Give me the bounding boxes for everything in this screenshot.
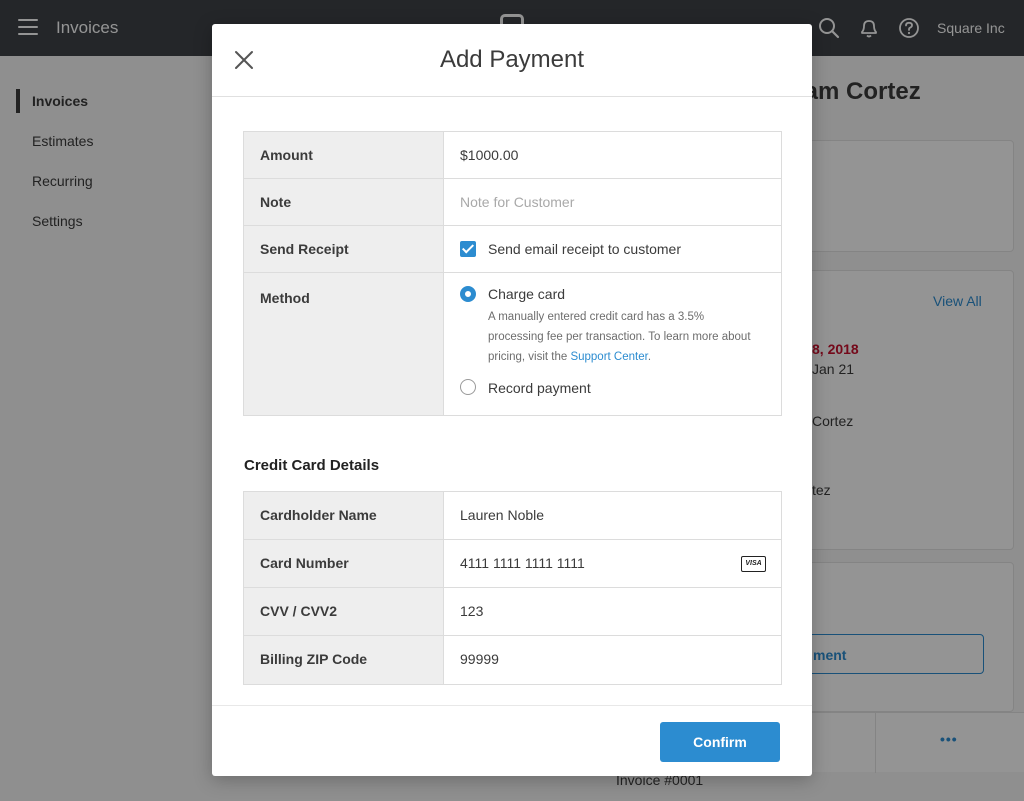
cvv-label: CVV / CVV2 (244, 588, 444, 635)
credit-card-form: Cardholder Name Lauren Noble Card Number… (243, 491, 782, 685)
send-receipt-text: Send email receipt to customer (488, 241, 681, 257)
charge-card-radio[interactable] (460, 286, 476, 302)
charge-card-label[interactable]: Charge card (488, 286, 565, 302)
modal-title: Add Payment (439, 46, 585, 73)
cardholder-label: Cardholder Name (244, 492, 444, 539)
note-label: Note (244, 179, 444, 225)
send-receipt-row: Send Receipt Send email receipt to custo… (244, 226, 781, 273)
add-payment-modal: Add Payment Amount $1000.00 Note Note fo… (212, 24, 812, 776)
method-options: Charge card A manually entered credit ca… (444, 273, 781, 415)
confirm-button[interactable]: Confirm (660, 722, 780, 762)
amount-row: Amount $1000.00 (244, 132, 781, 179)
note-input[interactable]: Note for Customer (444, 179, 781, 225)
cardholder-input[interactable]: Lauren Noble (444, 492, 781, 539)
card-number-field[interactable]: 4111 1111 1111 1111 VISA (444, 540, 781, 587)
cvv-row: CVV / CVV2 123 (244, 588, 781, 636)
amount-input[interactable]: $1000.00 (444, 132, 781, 178)
method-row: Method Charge card A manually entered cr… (244, 273, 781, 415)
support-center-link[interactable]: Support Center (570, 351, 647, 363)
method-label: Method (244, 273, 444, 415)
cardholder-row: Cardholder Name Lauren Noble (244, 492, 781, 540)
card-number-input[interactable]: 4111 1111 1111 1111 (460, 555, 585, 571)
zip-input[interactable]: 99999 (444, 636, 781, 684)
payment-form: Amount $1000.00 Note Note for Customer S… (243, 131, 782, 416)
send-receipt-option[interactable]: Send email receipt to customer (444, 226, 781, 272)
amount-label: Amount (244, 132, 444, 178)
note-row: Note Note for Customer (244, 179, 781, 226)
zip-row: Billing ZIP Code 99999 (244, 636, 781, 684)
record-payment-label[interactable]: Record payment (488, 380, 591, 396)
cvv-input[interactable]: 123 (444, 588, 781, 635)
visa-card-icon: VISA (741, 556, 766, 572)
send-receipt-label: Send Receipt (244, 226, 444, 272)
record-payment-radio[interactable] (460, 379, 476, 395)
card-number-row: Card Number 4111 1111 1111 1111 VISA (244, 540, 781, 588)
description-suffix: . (647, 351, 652, 363)
modal-header: Add Payment (212, 24, 812, 97)
charge-card-description: A manually entered credit card has a 3.5… (488, 307, 758, 367)
modal-footer: Confirm (212, 705, 812, 776)
card-number-label: Card Number (244, 540, 444, 587)
zip-label: Billing ZIP Code (244, 636, 444, 684)
credit-card-details-title: Credit Card Details (244, 457, 380, 474)
send-receipt-checkbox[interactable] (460, 241, 476, 257)
